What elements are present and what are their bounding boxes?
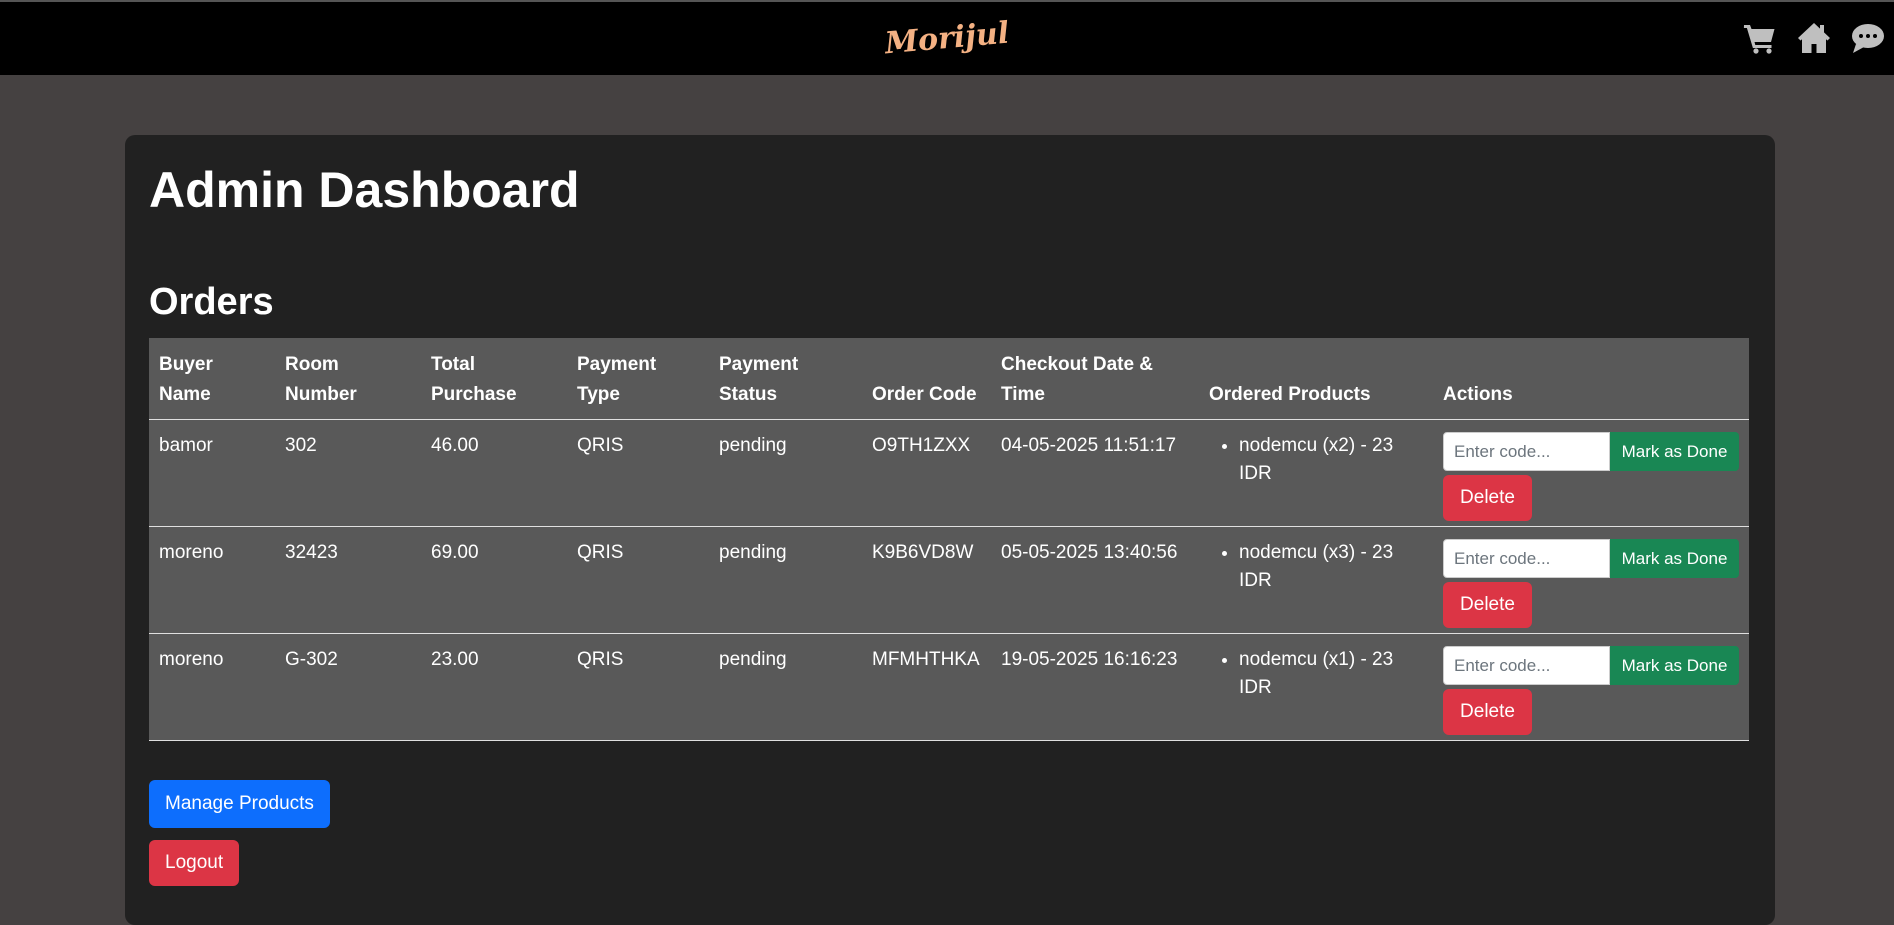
- checkout-datetime: 05-05-2025 13:40:56: [991, 526, 1199, 634]
- product-list: nodemcu (x2) - 23 IDR: [1209, 432, 1423, 488]
- room-number: 302: [275, 419, 421, 527]
- code-input[interactable]: [1443, 539, 1610, 578]
- product-item: nodemcu (x1) - 23 IDR: [1239, 646, 1423, 702]
- column-header: Payment Type: [567, 338, 709, 420]
- mark-done-button[interactable]: Mark as Done: [1610, 646, 1739, 685]
- code-input[interactable]: [1443, 646, 1610, 685]
- column-header: Actions: [1433, 338, 1749, 420]
- column-header: Buyer Name: [149, 338, 275, 420]
- buyer-name: moreno: [149, 526, 275, 634]
- actions-cell: Mark as Done Delete: [1433, 633, 1749, 741]
- column-header: Checkout Date & Time: [991, 338, 1199, 420]
- orders-heading: Orders: [149, 281, 274, 323]
- product-item: nodemcu (x2) - 23 IDR: [1239, 432, 1423, 488]
- payment-status: pending: [709, 526, 862, 634]
- column-header: Order Code: [862, 338, 991, 420]
- buyer-name: bamor: [149, 419, 275, 527]
- home-icon[interactable]: [1796, 20, 1832, 56]
- checkout-datetime: 04-05-2025 11:51:17: [991, 419, 1199, 527]
- column-header: Room Number: [275, 338, 421, 420]
- ordered-products: nodemcu (x3) - 23 IDR: [1199, 526, 1433, 634]
- delete-button[interactable]: Delete: [1443, 689, 1532, 735]
- payment-type: QRIS: [567, 526, 709, 634]
- ordered-products: nodemcu (x1) - 23 IDR: [1199, 633, 1433, 741]
- column-header: Ordered Products: [1199, 338, 1433, 420]
- mark-done-group: Mark as Done: [1443, 646, 1739, 685]
- payment-status: pending: [709, 633, 862, 741]
- total-purchase: 46.00: [421, 419, 567, 527]
- table-header-row: Buyer Name Room Number Total Purchase Pa…: [149, 338, 1749, 420]
- brand-logo-text[interactable]: Morijul: [883, 16, 1010, 62]
- dashboard-card: Admin Dashboard Orders Buyer Name Room N…: [125, 135, 1775, 925]
- payment-type: QRIS: [567, 419, 709, 527]
- chat-icon[interactable]: [1850, 20, 1886, 56]
- logout-button[interactable]: Logout: [149, 840, 240, 886]
- product-item: nodemcu (x3) - 23 IDR: [1239, 539, 1423, 595]
- mark-done-group: Mark as Done: [1443, 539, 1739, 578]
- table-row: moreno G-302 23.00 QRIS pending MFMHTHKA…: [149, 633, 1749, 741]
- cart-icon[interactable]: [1742, 20, 1778, 56]
- room-number: G-302: [275, 633, 421, 741]
- delete-button[interactable]: Delete: [1443, 475, 1532, 521]
- order-code: MFMHTHKA: [862, 633, 991, 741]
- manage-products-button[interactable]: Manage Products: [149, 780, 330, 828]
- mark-done-button[interactable]: Mark as Done: [1610, 539, 1739, 578]
- ordered-products: nodemcu (x2) - 23 IDR: [1199, 419, 1433, 527]
- product-list: nodemcu (x3) - 23 IDR: [1209, 539, 1423, 595]
- actions-cell: Mark as Done Delete: [1433, 526, 1749, 634]
- table-row: bamor 302 46.00 QRIS pending O9TH1ZXX 04…: [149, 419, 1749, 527]
- room-number: 32423: [275, 526, 421, 634]
- mark-done-button[interactable]: Mark as Done: [1610, 432, 1739, 471]
- delete-button[interactable]: Delete: [1443, 582, 1532, 628]
- buyer-name: moreno: [149, 633, 275, 741]
- payment-type: QRIS: [567, 633, 709, 741]
- total-purchase: 69.00: [421, 526, 567, 634]
- navbar: Morijul: [0, 2, 1894, 75]
- checkout-datetime: 19-05-2025 16:16:23: [991, 633, 1199, 741]
- total-purchase: 23.00: [421, 633, 567, 741]
- order-code: O9TH1ZXX: [862, 419, 991, 527]
- column-header: Total Purchase: [421, 338, 567, 420]
- order-code: K9B6VD8W: [862, 526, 991, 634]
- nav-icons: [1742, 18, 1886, 58]
- actions-cell: Mark as Done Delete: [1433, 419, 1749, 527]
- brand-logo: Morijul: [0, 0, 1893, 157]
- mark-done-group: Mark as Done: [1443, 432, 1739, 471]
- table-row: moreno 32423 69.00 QRIS pending K9B6VD8W…: [149, 526, 1749, 634]
- orders-table: Buyer Name Room Number Total Purchase Pa…: [149, 338, 1749, 741]
- code-input[interactable]: [1443, 432, 1610, 471]
- page-title: Admin Dashboard: [149, 162, 580, 218]
- product-list: nodemcu (x1) - 23 IDR: [1209, 646, 1423, 702]
- column-header: Payment Status: [709, 338, 862, 420]
- payment-status: pending: [709, 419, 862, 527]
